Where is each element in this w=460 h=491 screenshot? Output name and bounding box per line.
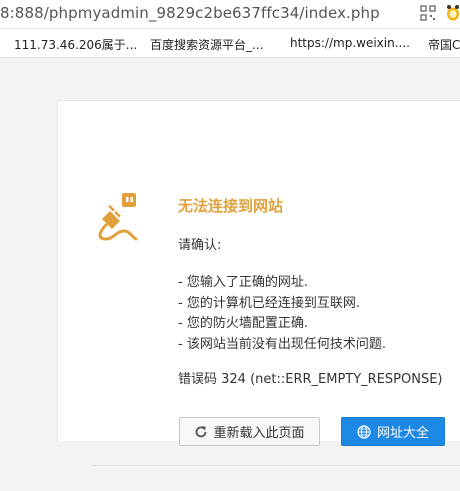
address-bar[interactable]: 8:888/phpmyadmin_9829c2be637ffc34/index.… xyxy=(0,0,460,29)
url-directory-label: 网址大全 xyxy=(376,426,429,441)
check-list: - 您输入了正确的网址. - 您的计算机已经连接到互联网. - 您的防火墙配置正… xyxy=(178,273,386,355)
reload-page-button[interactable]: 重新载入此页面 xyxy=(179,417,320,446)
extension-icon[interactable] xyxy=(445,4,460,22)
confirm-heading: 请确认: xyxy=(178,238,222,253)
url-directory-button[interactable]: 网址大全 xyxy=(341,417,445,446)
error-code: 错误码 324 (net::ERR_EMPTY_RESPONSE) xyxy=(178,372,443,387)
reload-button-label: 重新载入此页面 xyxy=(213,426,305,441)
url-text[interactable]: 8:888/phpmyadmin_9829c2be637ffc34/index.… xyxy=(0,4,380,22)
error-card xyxy=(57,100,460,441)
check-item: - 该网站当前没有出现任何技术问题. xyxy=(178,336,386,352)
plug-icon xyxy=(98,193,138,241)
check-item: - 您的计算机已经连接到互联网. xyxy=(178,295,360,311)
bookmarks-bar: 111.73.46.206属于... 百度搜索资源平台_... https://… xyxy=(0,29,460,58)
qr-code-icon[interactable] xyxy=(420,5,436,21)
globe-icon xyxy=(357,424,371,439)
check-item: - 您的防火墙配置正确. xyxy=(178,316,308,331)
divider xyxy=(92,465,460,466)
bookmark-item[interactable]: 百度搜索资源平台_... xyxy=(150,36,263,53)
error-title: 无法连接到网站 xyxy=(178,197,284,215)
check-item: - 您输入了正确的网址. xyxy=(178,275,308,290)
bookmark-item[interactable]: 帝国C xyxy=(428,36,460,53)
refresh-icon xyxy=(196,425,207,437)
bookmark-item[interactable]: https://mp.weixin.... xyxy=(290,36,410,50)
bookmark-item[interactable]: 111.73.46.206属于... xyxy=(14,36,137,53)
